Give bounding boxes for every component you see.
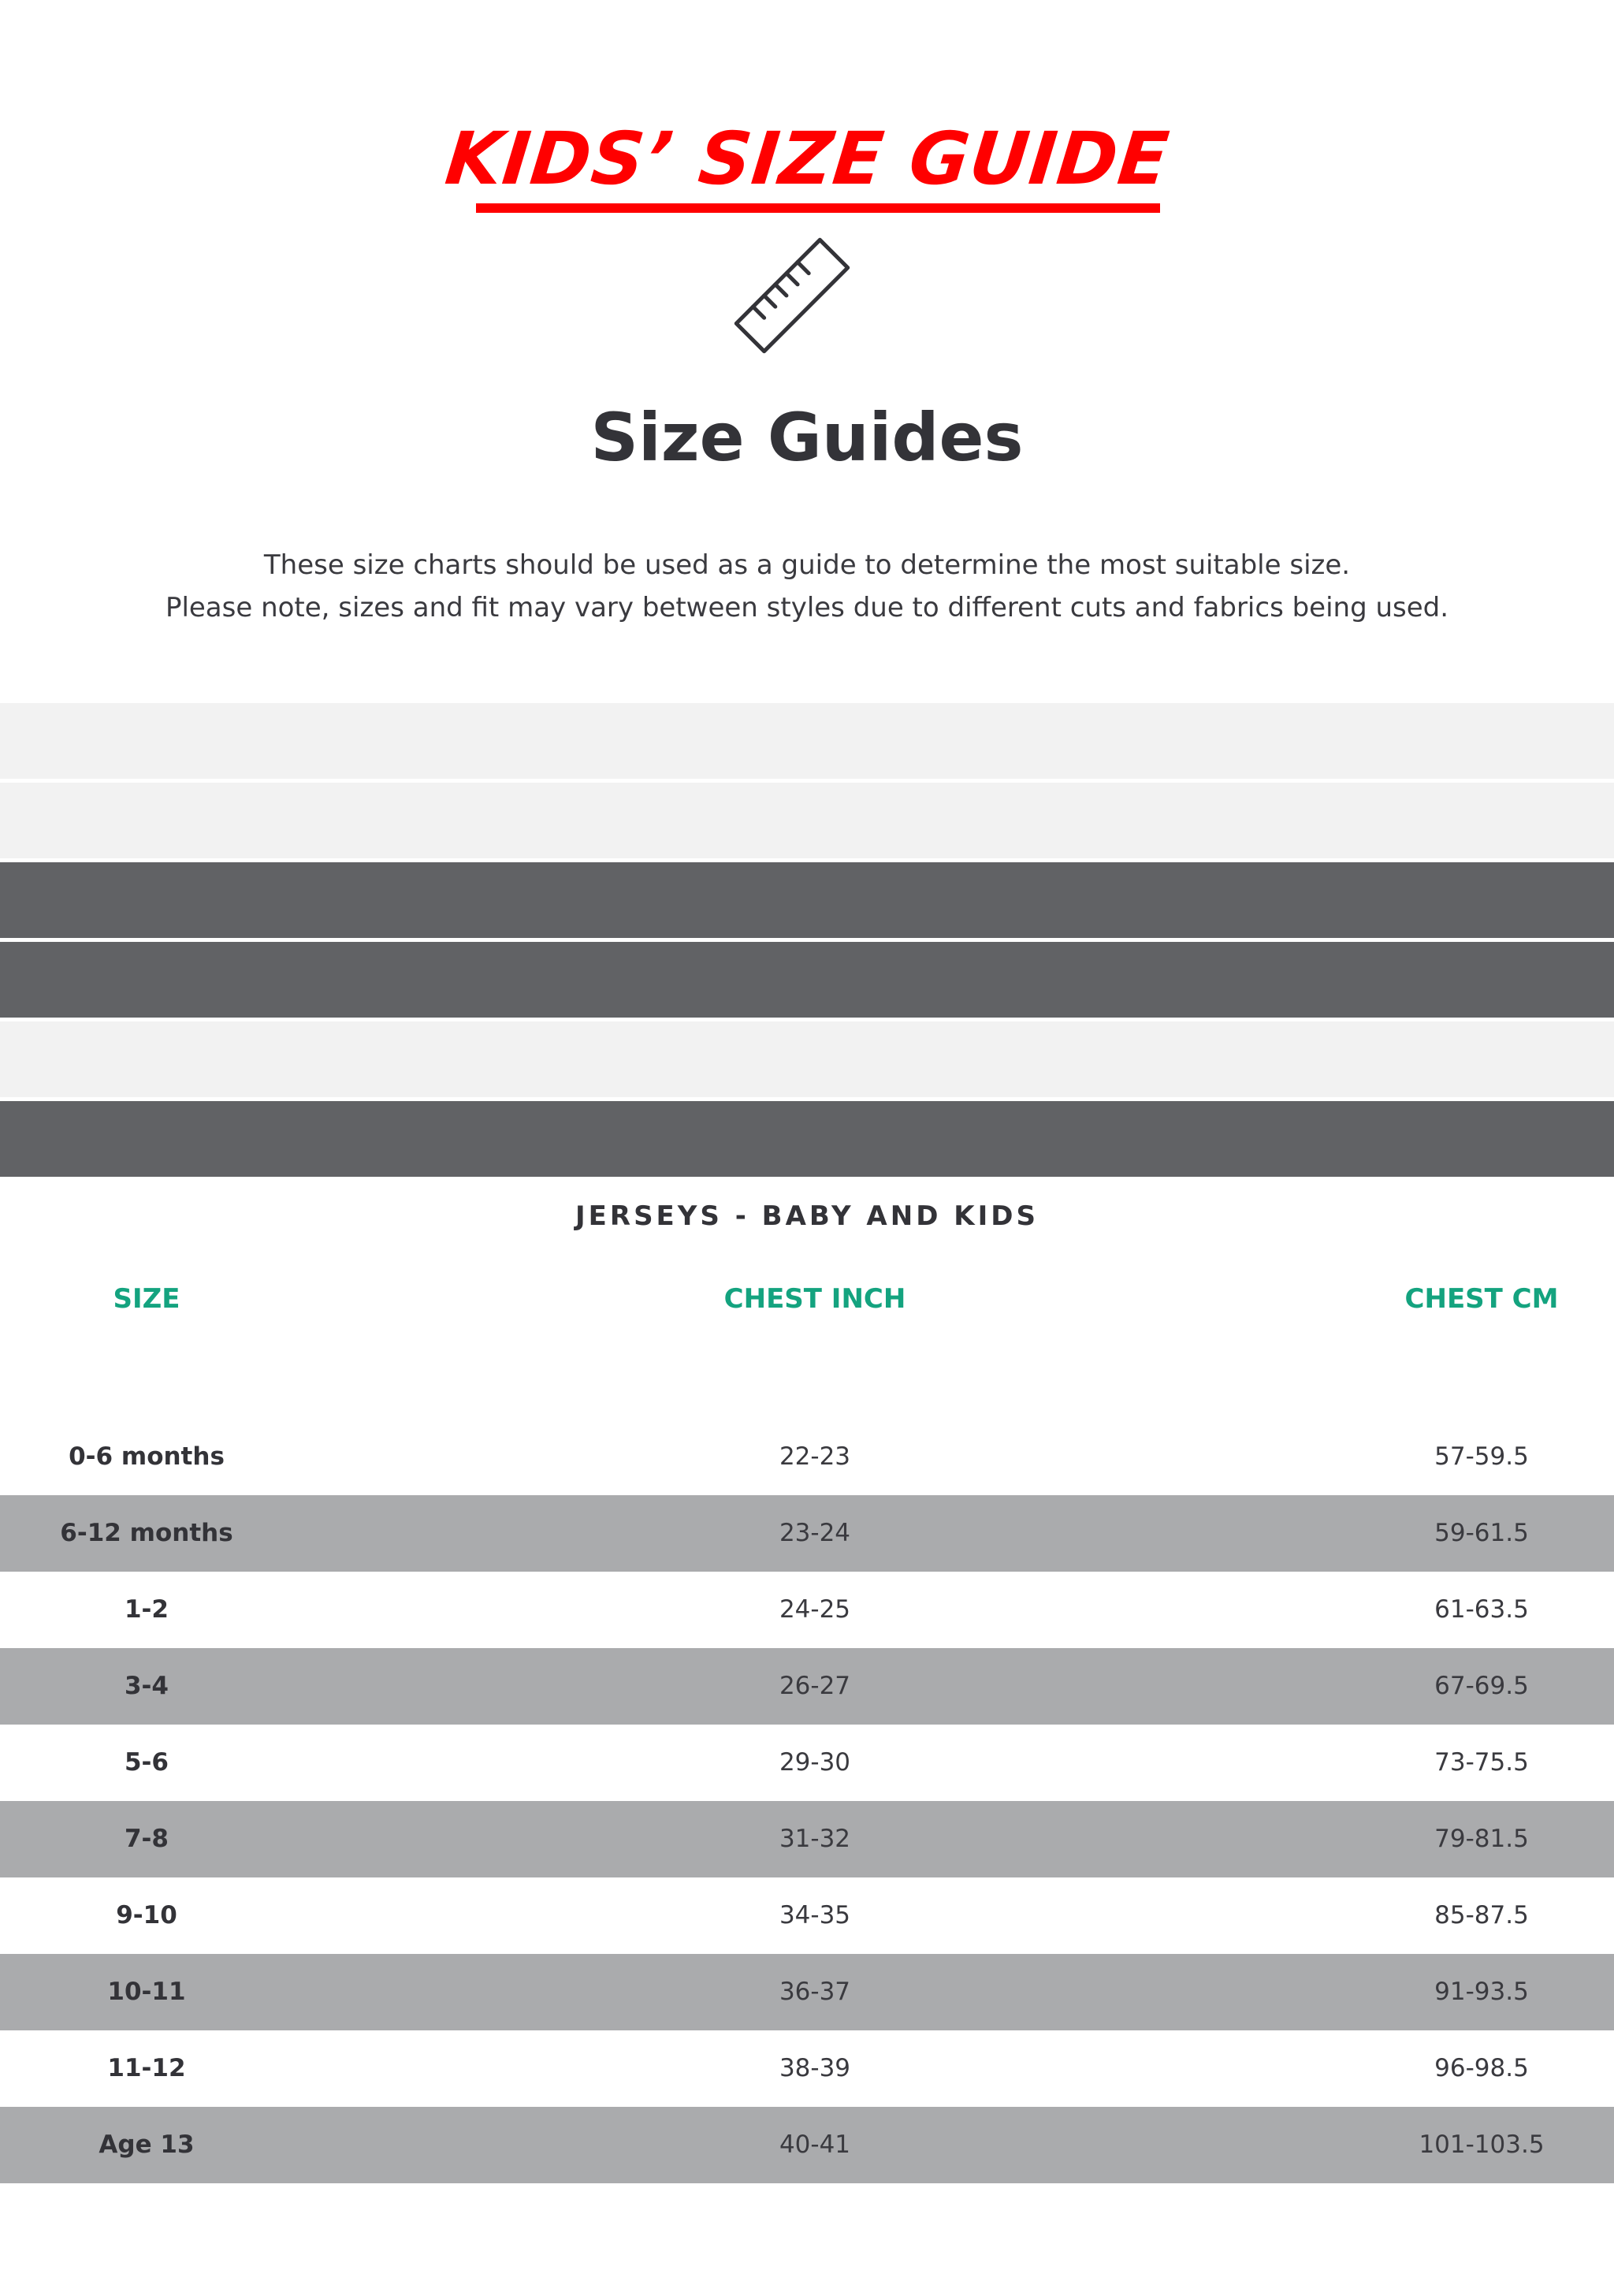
category-bar[interactable] (0, 783, 1614, 858)
size-cell: 6-12 months (60, 1519, 233, 1547)
size-cell: 3-4 (124, 1672, 169, 1700)
table-row: 6-12 months 23-24 59-61.5 (0, 1495, 1614, 1572)
intro-text: These size charts should be used as a gu… (0, 544, 1614, 629)
category-bars (0, 703, 1614, 1181)
intro-line: These size charts should be used as a gu… (263, 549, 1351, 581)
table-row: 7-8 31-32 79-81.5 (0, 1801, 1614, 1877)
table-row: 0-6 months 22-23 57-59.5 (0, 1419, 1614, 1495)
chest-cm-cell: 67-69.5 (1434, 1672, 1529, 1700)
size-cell: 0-6 months (69, 1442, 225, 1471)
size-cell: 7-8 (124, 1825, 169, 1853)
size-cell: 1-2 (124, 1595, 169, 1624)
size-cell: 10-11 (107, 1978, 186, 2006)
category-bar[interactable] (0, 942, 1614, 1018)
chest-cm-cell: 96-98.5 (1434, 2054, 1529, 2082)
chest-inch-cell: 40-41 (779, 2130, 851, 2159)
category-bar[interactable] (0, 1021, 1614, 1097)
page-title: Size Guides (590, 399, 1024, 476)
chest-inch-cell: 23-24 (779, 1519, 851, 1547)
column-header-chest-cm: CHEST CM (1404, 1283, 1559, 1315)
table-row: Age 13 40-41 101-103.5 (0, 2107, 1614, 2183)
chest-cm-cell: 101-103.5 (1419, 2130, 1545, 2159)
size-cell: 11-12 (107, 2054, 186, 2082)
table-row: 1-2 24-25 61-63.5 (0, 1572, 1614, 1648)
chest-cm-cell: 61-63.5 (1434, 1595, 1529, 1624)
intro-line: Please note, sizes and fit may vary betw… (165, 592, 1449, 623)
table-row: 11-12 38-39 96-98.5 (0, 2030, 1614, 2107)
category-bar[interactable] (0, 703, 1614, 779)
size-cell: 5-6 (124, 1748, 169, 1777)
size-cell: Age 13 (99, 2130, 195, 2159)
chest-cm-cell: 73-75.5 (1434, 1748, 1529, 1777)
table-title: JERSEYS - BABY AND KIDS (575, 1200, 1039, 1232)
banner-title: KIDS’ SIZE GUIDE (0, 117, 1614, 201)
chest-inch-cell: 36-37 (779, 1978, 851, 2006)
chest-cm-cell: 85-87.5 (1434, 1901, 1529, 1929)
table-row: 3-4 26-27 67-69.5 (0, 1648, 1614, 1725)
chest-inch-cell: 29-30 (779, 1748, 851, 1777)
size-table-body: 0-6 months 22-23 57-59.5 6-12 months 23-… (0, 1419, 1614, 2183)
chest-cm-cell: 91-93.5 (1434, 1978, 1529, 2006)
chest-cm-cell: 79-81.5 (1434, 1825, 1529, 1853)
chest-inch-cell: 31-32 (779, 1825, 851, 1853)
category-bar[interactable] (0, 862, 1614, 938)
size-cell: 9-10 (116, 1901, 177, 1929)
ruler-icon (734, 237, 850, 354)
chest-cm-cell: 59-61.5 (1434, 1519, 1529, 1547)
chest-inch-cell: 24-25 (779, 1595, 851, 1624)
chest-cm-cell: 57-59.5 (1434, 1442, 1529, 1471)
chest-inch-cell: 38-39 (779, 2054, 851, 2082)
chest-inch-cell: 26-27 (779, 1672, 851, 1700)
column-header-chest-inch: CHEST INCH (723, 1283, 906, 1315)
chest-inch-cell: 34-35 (779, 1901, 851, 1929)
category-bar[interactable] (0, 1101, 1614, 1177)
table-row: 9-10 34-35 85-87.5 (0, 1877, 1614, 1954)
column-header-size: SIZE (113, 1283, 180, 1315)
banner-underline (476, 203, 1160, 213)
banner-title-text: KIDS’ SIZE GUIDE (441, 117, 1173, 201)
table-row: 10-11 36-37 91-93.5 (0, 1954, 1614, 2030)
table-row: 5-6 29-30 73-75.5 (0, 1725, 1614, 1801)
chest-inch-cell: 22-23 (779, 1442, 851, 1471)
